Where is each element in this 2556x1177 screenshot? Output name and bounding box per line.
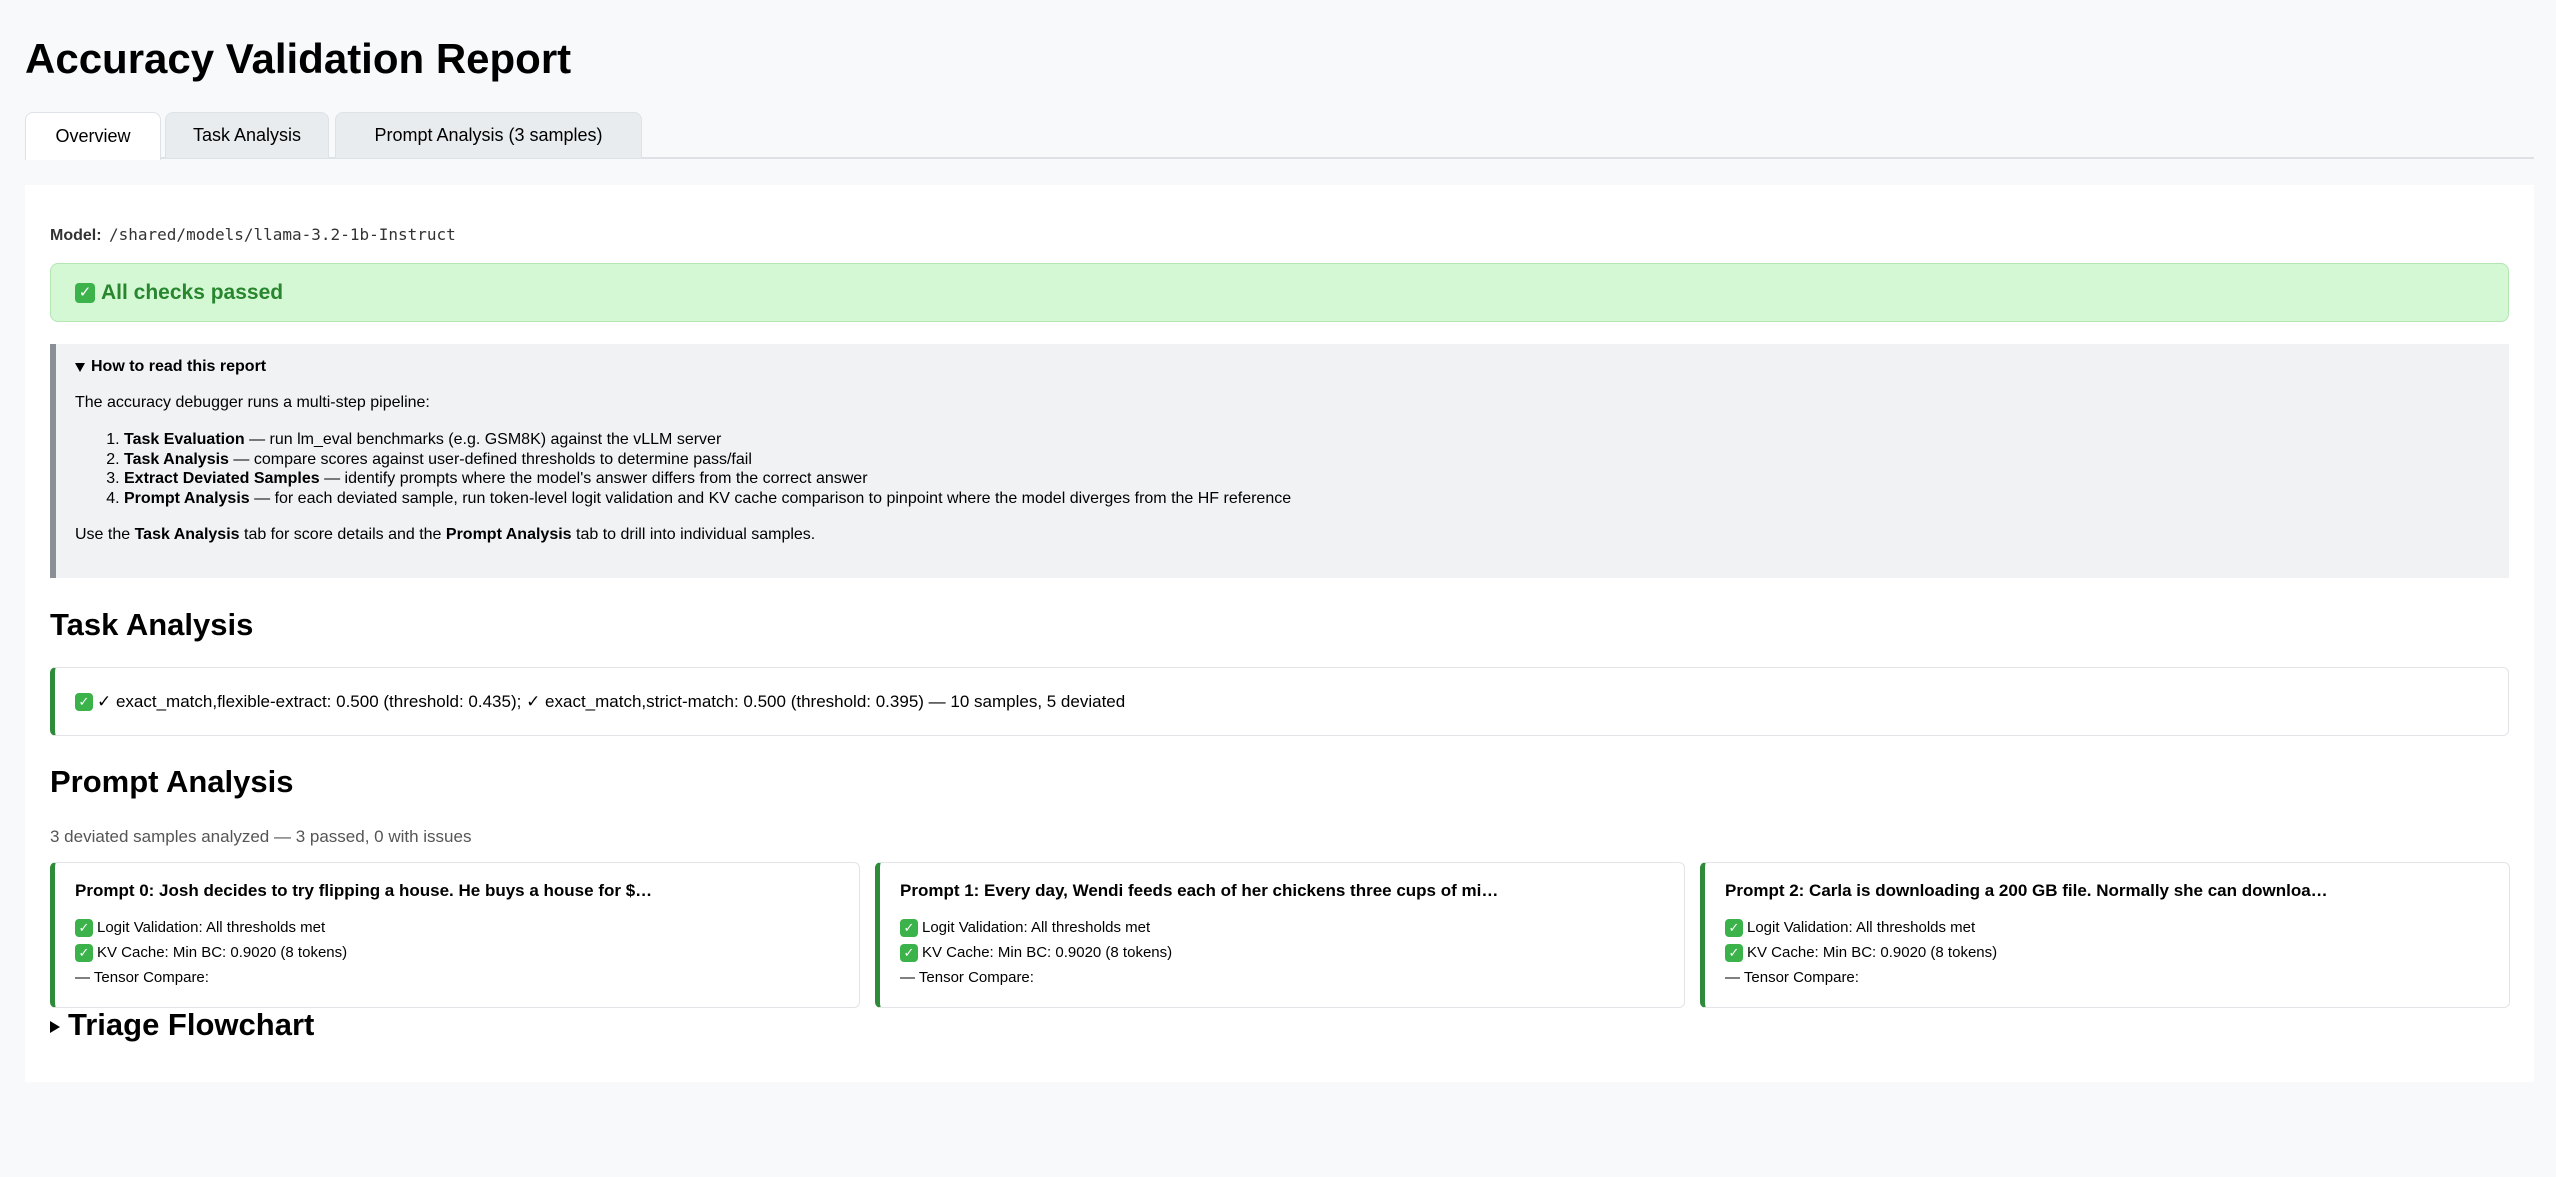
prompt-title: Prompt 1: Every day, Wendi feeds each of…	[900, 881, 1499, 900]
check-icon: ✓	[900, 943, 918, 962]
tensor-compare-row: — Tensor Compare:	[75, 969, 209, 986]
tab-prompt-analysis[interactable]: Prompt Analysis (3 samples)	[335, 112, 642, 158]
check-icon: ✓	[1725, 943, 1743, 962]
check-icon: ✓	[75, 282, 95, 303]
triangle-right-icon	[50, 1021, 60, 1033]
kv-cache-row: ✓ KV Cache: Min BC: 0.9020 (8 tokens)	[900, 940, 1684, 965]
model-label: Model:	[50, 227, 102, 244]
status-banner: ✓ All checks passed	[50, 263, 2509, 322]
task-result-text: ✓ exact_match,flexible-extract: 0.500 (t…	[97, 691, 1126, 711]
logit-validation-row: ✓ Logit Validation: All thresholds met	[1725, 915, 2509, 940]
check-icon: ✓	[1725, 918, 1743, 937]
logit-validation-row: ✓ Logit Validation: All thresholds met	[75, 915, 859, 940]
tensor-compare-row: — Tensor Compare:	[1725, 969, 1859, 986]
tab-overview[interactable]: Overview	[25, 112, 161, 160]
tab-task-analysis[interactable]: Task Analysis	[165, 112, 329, 158]
prompt-card[interactable]: Prompt 2: Carla is downloading a 200 GB …	[1700, 862, 2510, 1008]
task-result-card: ✓ ✓ exact_match,flexible-extract: 0.500 …	[50, 667, 2509, 736]
prompt-title: Prompt 2: Carla is downloading a 200 GB …	[1725, 881, 2328, 900]
pipeline-step: Task Evaluation — run lm_eval benchmarks…	[124, 430, 1291, 450]
prompt-card[interactable]: Prompt 1: Every day, Wendi feeds each of…	[875, 862, 1685, 1008]
prompt-analysis-summary: 3 deviated samples analyzed — 3 passed, …	[50, 827, 472, 846]
pipeline-intro: The accuracy debugger runs a multi-step …	[75, 394, 430, 411]
tab-bar: Overview Task Analysis Prompt Analysis (…	[25, 112, 2534, 160]
check-icon: ✓	[75, 943, 93, 962]
logit-validation-row: ✓ Logit Validation: All thresholds met	[900, 915, 1684, 940]
kv-cache-row: ✓ KV Cache: Min BC: 0.9020 (8 tokens)	[1725, 940, 2509, 965]
page-title: Accuracy Validation Report	[25, 35, 572, 82]
pipeline-step: Extract Deviated Samples — identify prom…	[124, 469, 1291, 489]
triangle-down-icon	[75, 362, 85, 372]
task-analysis-heading: Task Analysis	[50, 607, 254, 642]
prompt-title: Prompt 0: Josh decides to try flipping a…	[75, 881, 653, 900]
kv-cache-row: ✓ KV Cache: Min BC: 0.9020 (8 tokens)	[75, 940, 859, 965]
pipeline-step: Prompt Analysis — for each deviated samp…	[124, 489, 1291, 509]
prompt-analysis-heading: Prompt Analysis	[50, 764, 294, 799]
how-to-read-toggle[interactable]: How to read this report	[75, 358, 2509, 376]
check-icon: ✓	[75, 692, 93, 711]
triage-flowchart-toggle[interactable]: Triage Flowchart	[50, 1007, 314, 1043]
model-path: /shared/models/llama-3.2-1b-Instruct	[109, 225, 456, 244]
status-text: All checks passed	[101, 280, 284, 304]
overview-panel: Model: /shared/models/llama-3.2-1b-Instr…	[25, 185, 2534, 1082]
pipeline-step: Task Analysis — compare scores against u…	[124, 450, 1291, 470]
model-info: Model: /shared/models/llama-3.2-1b-Instr…	[50, 225, 456, 245]
how-to-read-details: How to read this report The accuracy deb…	[50, 344, 2509, 578]
tensor-compare-row: — Tensor Compare:	[900, 969, 1034, 986]
prompt-card[interactable]: Prompt 0: Josh decides to try flipping a…	[50, 862, 860, 1008]
report-page: Accuracy Validation Report Overview Task…	[0, 0, 2556, 1177]
check-icon: ✓	[900, 918, 918, 937]
triage-flowchart-label: Triage Flowchart	[68, 1007, 315, 1042]
pipeline-steps: Task Evaluation — run lm_eval benchmarks…	[75, 430, 1291, 508]
check-icon: ✓	[75, 918, 93, 937]
pipeline-outro: Use the Task Analysis tab for score deta…	[75, 526, 816, 543]
how-to-read-summary: How to read this report	[91, 358, 267, 375]
